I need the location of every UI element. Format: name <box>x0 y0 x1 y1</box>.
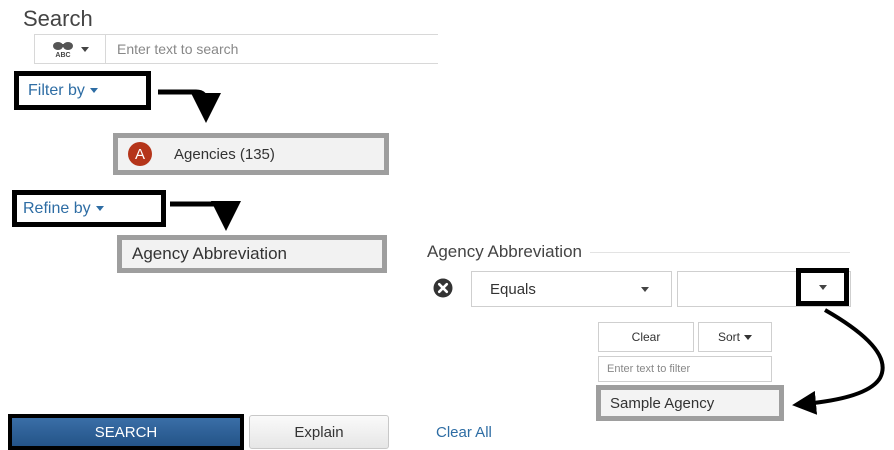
annotation-arrows <box>158 89 885 415</box>
arrow-refine-to-abbreviation <box>170 201 241 231</box>
arrow-filter-to-agencies <box>158 89 221 123</box>
arrow-dropdown-to-option <box>792 308 885 415</box>
